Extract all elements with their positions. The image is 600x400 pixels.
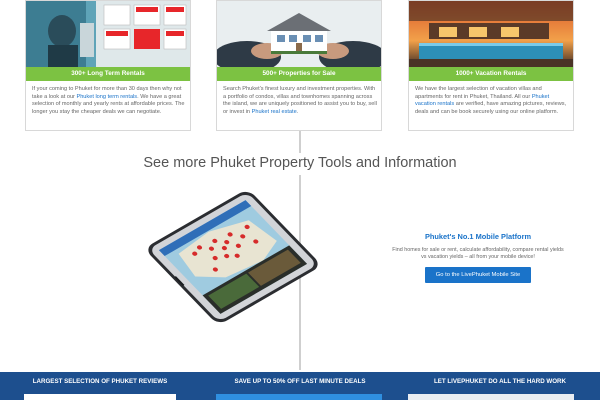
long-term-rentals-link[interactable]: Phuket long term rentals [76, 94, 137, 100]
house-in-hands-photo[interactable] [217, 1, 381, 67]
vacation-rentals-card[interactable]: 1000+ Vacation Rentals We have the large… [408, 0, 574, 131]
mobile-platform-promo: Phuket's No.1 Mobile Platform Find homes… [390, 232, 566, 283]
card-text: . [296, 108, 299, 115]
villa-sunset-photo[interactable] [409, 1, 573, 67]
vacation-rentals-banner[interactable]: 1000+ Vacation Rentals [409, 67, 573, 81]
real-estate-link[interactable]: Phuket real estate [252, 109, 297, 115]
hard-work-heading[interactable]: LET LIVEPHUKET DO ALL THE HARD WORK [400, 378, 600, 385]
long-term-rentals-card[interactable]: 300+ Long Term Rentals If your coming to… [25, 0, 191, 131]
long-term-rentals-banner[interactable]: 300+ Long Term Rentals [26, 67, 190, 81]
vertical-divider [299, 131, 301, 153]
properties-for-sale-banner[interactable]: 500+ Properties for Sale [217, 67, 381, 81]
platform-description: Find homes for sale or rent, calculate a… [392, 247, 564, 260]
last-minute-deals-heading[interactable]: SAVE UP TO 50% OFF LAST MINUTE DEALS [200, 378, 400, 385]
platform-title: Phuket's No.1 Mobile Platform [424, 232, 532, 241]
mobile-app-phone-image[interactable] [118, 188, 348, 326]
reviews-heading[interactable]: LARGEST SELECTION OF PHUKET REVIEWS [0, 378, 200, 385]
properties-for-sale-description: Search Phuket's finest luxury and invest… [223, 86, 377, 116]
rentals-office-photo[interactable] [26, 1, 190, 67]
properties-for-sale-card[interactable]: 500+ Properties for Sale Search Phuket's… [216, 0, 382, 131]
long-term-rentals-description: If your coming to Phuket for more than 3… [32, 86, 186, 116]
mobile-site-button[interactable]: Go to the LivePhuket Mobile Site [425, 267, 531, 283]
card-text: We have the largest selection of vacatio… [415, 86, 542, 100]
footer-band: LARGEST SELECTION OF PHUKET REVIEWS SAVE… [0, 372, 600, 400]
hard-work-panel-top [408, 394, 574, 400]
card-text: Search Phuket's finest luxury and invest… [223, 86, 377, 115]
section-title: See more Phuket Property Tools and Infor… [143, 155, 457, 171]
deals-panel-top [216, 394, 382, 400]
vacation-rentals-description: We have the largest selection of vacatio… [415, 86, 569, 116]
reviews-panel-top [24, 394, 176, 400]
